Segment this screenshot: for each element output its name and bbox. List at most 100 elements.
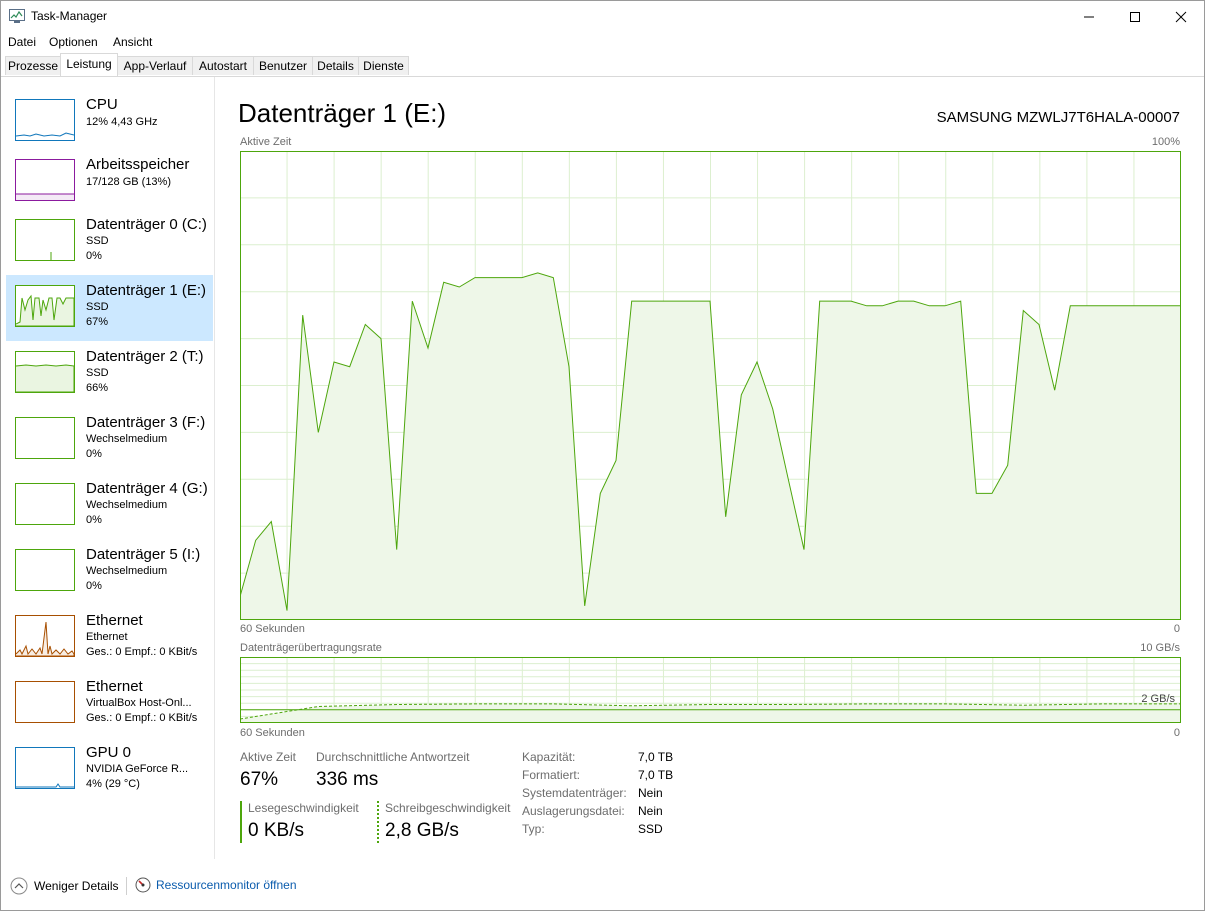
prop-pagefile-value: Nein [638, 804, 663, 818]
tab-dienste[interactable]: Dienste [358, 56, 409, 75]
sidebar-item-label: Arbeitsspeicher [86, 156, 190, 173]
task-manager-icon [9, 9, 25, 23]
title-bar[interactable]: Task-Manager [1, 1, 1204, 32]
chart1-max: 100% [1151, 136, 1180, 148]
sidebar-item-sub: Wechselmedium [86, 433, 168, 445]
gpu-0-thumbnail [15, 747, 75, 789]
sidebar-item-value: Ges.: 0 Empf.: 0 KBit/s [86, 712, 198, 724]
less-details-button[interactable]: Weniger Details [10, 877, 118, 895]
sidebar-item-disk-5[interactable]: Datenträger 5 (I:) Wechselmedium 0% [6, 539, 213, 605]
sidebar-item-memory[interactable]: Arbeitsspeicher 17/128 GB (13%) [6, 149, 213, 215]
response-time-value: 336 ms [316, 769, 379, 790]
maximize-button[interactable] [1112, 1, 1158, 32]
sidebar-item-value: 66% [86, 382, 109, 394]
sidebar-item-label: Ethernet [86, 612, 143, 629]
sidebar-item-value: 67% [86, 316, 109, 328]
menu-datei[interactable]: Datei [8, 35, 36, 49]
minimize-icon [1084, 16, 1094, 17]
prop-type-label: Typ: [522, 822, 545, 836]
chart2-max: 10 GB/s [1140, 642, 1180, 654]
less-details-label: Weniger Details [34, 879, 119, 893]
sidebar-item-disk-0[interactable]: Datenträger 0 (C:) SSD 0% [6, 209, 213, 275]
tab-app-verlauf[interactable]: App-Verlauf [117, 56, 193, 75]
ethernet-2-thumbnail [15, 681, 75, 723]
write-speed-label: Schreibgeschwindigkeit [385, 801, 511, 815]
chart2-x-right: 0 [1173, 727, 1180, 739]
prop-system-value: Nein [638, 786, 663, 800]
sidebar-item-label: Datenträger 1 (E:) [86, 282, 207, 299]
resource-monitor-icon [135, 877, 151, 893]
disk-3-thumbnail [15, 417, 75, 459]
write-speed-value: 2,8 GB/s [385, 820, 459, 841]
sidebar-item-label: Ethernet [86, 678, 143, 695]
window-title: Task-Manager [31, 9, 108, 23]
page-title: Datenträger 1 (E:) [238, 98, 447, 128]
transfer-rate-chart [240, 657, 1181, 723]
prop-formatted-label: Formatiert: [522, 768, 581, 782]
ethernet-1-thumbnail [15, 615, 75, 657]
sidebar-item-label: CPU [86, 96, 118, 113]
sidebar-item-disk-2[interactable]: Datenträger 2 (T:) SSD 66% [6, 341, 213, 407]
sidebar-item-sub: 17/128 GB (13%) [86, 176, 171, 188]
sidebar-item-value: Ges.: 0 Empf.: 0 KBit/s [86, 646, 198, 658]
menu-optionen[interactable]: Optionen [49, 35, 98, 49]
active-time-chart [240, 151, 1181, 620]
tab-autostart[interactable]: Autostart [192, 56, 254, 75]
tab-benutzer[interactable]: Benutzer [253, 56, 313, 75]
tab-strip: Prozesse Leistung App-Verlauf Autostart … [1, 53, 1204, 77]
resource-monitor-link[interactable]: Ressourcenmonitor öffnen [135, 877, 297, 893]
sidebar-item-gpu-0[interactable]: GPU 0 NVIDIA GeForce R... 4% (29 °C) [6, 737, 213, 803]
write-rate-area [240, 703, 1180, 723]
prop-pagefile-label: Auslagerungsdatei: [522, 804, 625, 818]
chart2-x-left: 60 Sekunden [240, 727, 305, 739]
memory-thumbnail [15, 159, 75, 201]
sidebar-item-label: Datenträger 3 (F:) [86, 414, 206, 431]
prop-capacity-value: 7,0 TB [638, 750, 674, 764]
sidebar-item-disk-3[interactable]: Datenträger 3 (F:) Wechselmedium 0% [6, 407, 213, 473]
cpu-thumbnail [15, 99, 75, 141]
sidebar-item-sub: 12% 4,43 GHz [86, 116, 158, 128]
sidebar-item-cpu[interactable]: CPU 12% 4,43 GHz [6, 89, 213, 155]
menu-bar: Datei Optionen Ansicht [1, 32, 1204, 52]
sidebar-item-label: Datenträger 2 (T:) [86, 348, 204, 365]
maximize-icon [1130, 11, 1140, 22]
sidebar-item-ethernet-2[interactable]: Ethernet VirtualBox Host-Onl... Ges.: 0 … [6, 671, 213, 737]
minimize-button[interactable] [1066, 1, 1112, 32]
sidebar-item-sub: SSD [86, 301, 109, 313]
sidebar-item-disk-4[interactable]: Datenträger 4 (G:) Wechselmedium 0% [6, 473, 213, 539]
sidebar-item-value: 0% [86, 514, 102, 526]
sidebar-item-value: 4% (29 °C) [86, 778, 140, 790]
footer: Weniger Details Ressourcenmonitor öffnen [1, 859, 1204, 911]
response-time-label: Durchschnittliche Antwortzeit [316, 750, 470, 764]
sidebar-item-disk-1[interactable]: Datenträger 1 (E:) SSD 67% [6, 275, 213, 341]
disk-0-thumbnail [15, 219, 75, 261]
tab-leistung[interactable]: Leistung [60, 53, 118, 76]
chart2-label: Datenträgerübertragungsrate [240, 642, 382, 654]
footer-divider [126, 877, 127, 895]
write-speed-marker [377, 801, 379, 843]
close-icon [1175, 11, 1187, 22]
sidebar-item-value: 0% [86, 448, 102, 460]
chart1-x-left: 60 Sekunden [240, 623, 305, 635]
menu-ansicht[interactable]: Ansicht [113, 35, 152, 49]
disk-2-thumbnail [15, 351, 75, 393]
sidebar-item-sub: NVIDIA GeForce R... [86, 763, 189, 775]
resource-monitor-label: Ressourcenmonitor öffnen [156, 878, 297, 892]
prop-capacity-label: Kapazität: [522, 750, 576, 764]
sidebar-item-sub: SSD [86, 235, 109, 247]
sidebar-item-ethernet-1[interactable]: Ethernet Ethernet Ges.: 0 Empf.: 0 KBit/… [6, 605, 213, 671]
sidebar-item-label: GPU 0 [86, 744, 132, 761]
active-time-value: 67% [240, 769, 279, 790]
sidebar-item-value: 0% [86, 250, 102, 262]
prop-formatted-value: 7,0 TB [638, 768, 674, 782]
tab-details[interactable]: Details [312, 56, 359, 75]
resource-list: CPU 12% 4,43 GHz Arbeitsspeicher 17/128 … [1, 77, 215, 859]
tab-prozesse[interactable]: Prozesse [5, 56, 61, 75]
close-button[interactable] [1158, 1, 1204, 32]
read-speed-value: 0 KB/s [248, 820, 304, 841]
sidebar-item-label: Datenträger 0 (C:) [86, 216, 207, 233]
chart1-x-right: 0 [1173, 623, 1180, 635]
disk-4-thumbnail [15, 483, 75, 525]
sidebar-item-sub: Ethernet [86, 631, 128, 643]
disk-5-thumbnail [15, 549, 75, 591]
